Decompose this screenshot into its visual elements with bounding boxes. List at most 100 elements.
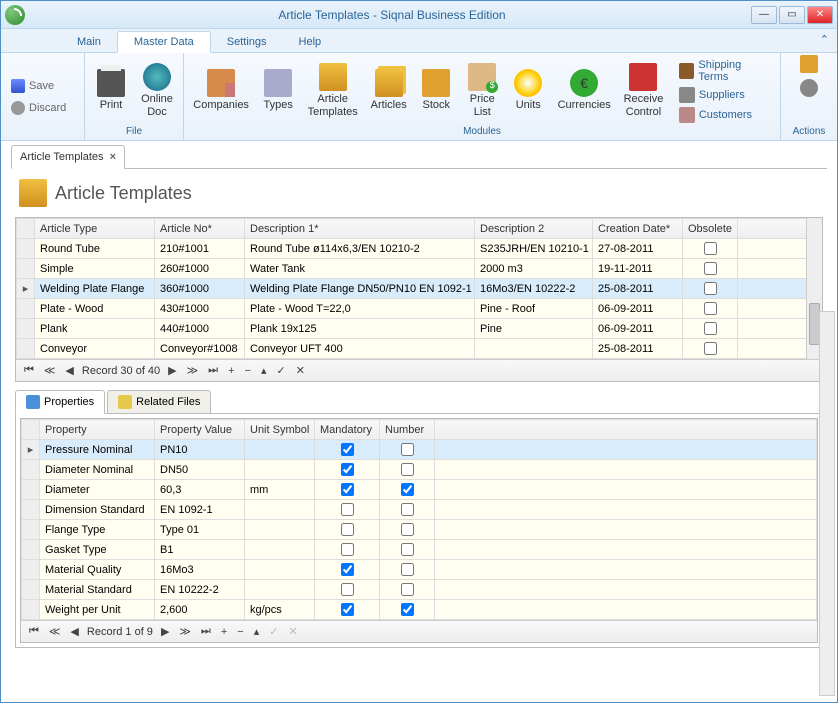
main-grid[interactable]: Article Type Article No* Description 1* … <box>15 217 823 382</box>
nav-prev[interactable]: ◀ <box>63 364 75 377</box>
content-scrollbar[interactable] <box>819 311 835 696</box>
units-button[interactable]: Units <box>508 67 548 113</box>
mandatory-checkbox[interactable] <box>341 503 354 516</box>
receive-control-button[interactable]: Receive Control <box>620 61 667 119</box>
shipping-terms-link[interactable]: Shipping Terms <box>677 58 774 84</box>
pcol-mandatory[interactable]: Mandatory <box>315 420 380 440</box>
currencies-button[interactable]: Currencies <box>554 67 614 113</box>
ribbon-tab-main[interactable]: Main <box>61 32 117 52</box>
mandatory-checkbox[interactable] <box>341 483 354 496</box>
pnav-next-page[interactable]: ≫ <box>177 625 193 638</box>
action-icon-1[interactable] <box>800 55 818 73</box>
mandatory-checkbox[interactable] <box>341 443 354 456</box>
pcol-value[interactable]: Property Value <box>155 420 245 440</box>
pnav-cancel[interactable]: ✕ <box>286 625 299 638</box>
print-button[interactable]: Print <box>91 67 131 113</box>
col-article-type[interactable]: Article Type <box>35 219 155 239</box>
nav-add[interactable]: + <box>226 365 236 377</box>
number-checkbox[interactable] <box>401 483 414 496</box>
tab-properties[interactable]: Properties <box>15 390 105 414</box>
table-row[interactable]: Material Quality16Mo3 <box>22 560 817 580</box>
pcol-property[interactable]: Property <box>40 420 155 440</box>
properties-grid[interactable]: Property Property Value Unit Symbol Mand… <box>20 418 818 643</box>
nav-prev-page[interactable]: ≪ <box>42 364 58 377</box>
pnav-edit[interactable]: ▴ <box>252 625 262 638</box>
table-row[interactable]: Plate - Wood430#1000Plate - Wood T=22,0P… <box>17 299 822 319</box>
table-row[interactable]: Diameter60,3mm <box>22 480 817 500</box>
online-doc-button[interactable]: Online Doc <box>137 61 177 119</box>
table-row[interactable]: Weight per Unit2,600kg/pcs <box>22 600 817 620</box>
pcol-unit[interactable]: Unit Symbol <box>245 420 315 440</box>
mandatory-checkbox[interactable] <box>341 523 354 536</box>
table-row[interactable]: Diameter NominalDN50 <box>22 460 817 480</box>
article-templates-button[interactable]: Article Templates <box>304 61 361 119</box>
table-row[interactable]: Plank440#1000Plank 19x125Pine06-09-2011 <box>17 319 822 339</box>
table-row[interactable]: Dimension StandardEN 1092-1 <box>22 500 817 520</box>
pnav-add[interactable]: + <box>219 626 229 638</box>
nav-commit[interactable]: ✓ <box>274 364 287 377</box>
nav-edit[interactable]: ▴ <box>259 364 269 377</box>
col-obsolete[interactable]: Obsolete <box>683 219 738 239</box>
table-row[interactable]: ▸Welding Plate Flange360#1000Welding Pla… <box>17 279 822 299</box>
stock-button[interactable]: Stock <box>416 67 456 113</box>
mandatory-checkbox[interactable] <box>341 563 354 576</box>
action-icon-2[interactable] <box>800 79 818 97</box>
obsolete-checkbox[interactable] <box>704 242 717 255</box>
pcol-number[interactable]: Number <box>380 420 435 440</box>
close-button[interactable]: ✕ <box>807 6 833 24</box>
suppliers-link[interactable]: Suppliers <box>677 86 774 104</box>
nav-cancel[interactable]: ✕ <box>294 364 307 377</box>
mandatory-checkbox[interactable] <box>341 583 354 596</box>
ribbon-tab-settings[interactable]: Settings <box>211 32 283 52</box>
obsolete-checkbox[interactable] <box>704 302 717 315</box>
col-description2[interactable]: Description 2 <box>475 219 593 239</box>
types-button[interactable]: Types <box>258 67 298 113</box>
discard-button[interactable]: Discard <box>7 99 70 117</box>
table-row[interactable]: Round Tube210#1001Round Tube ø114x6,3/EN… <box>17 239 822 259</box>
number-checkbox[interactable] <box>401 603 414 616</box>
number-checkbox[interactable] <box>401 503 414 516</box>
col-article-no[interactable]: Article No* <box>155 219 245 239</box>
document-tab-close-icon[interactable]: × <box>110 151 116 163</box>
number-checkbox[interactable] <box>401 443 414 456</box>
pnav-remove[interactable]: − <box>235 626 245 638</box>
obsolete-checkbox[interactable] <box>704 282 717 295</box>
col-description1[interactable]: Description 1* <box>245 219 475 239</box>
maximize-button[interactable]: ▭ <box>779 6 805 24</box>
number-checkbox[interactable] <box>401 583 414 596</box>
pnav-last[interactable]: ⏭ <box>199 625 213 638</box>
customers-link[interactable]: Customers <box>677 106 774 124</box>
table-row[interactable]: ▸Pressure NominalPN10 <box>22 440 817 460</box>
table-row[interactable]: ConveyorConveyor#1008Conveyor UFT 40025-… <box>17 339 822 359</box>
obsolete-checkbox[interactable] <box>704 342 717 355</box>
document-tab[interactable]: Article Templates × <box>11 145 125 169</box>
pnav-commit[interactable]: ✓ <box>267 625 280 638</box>
table-row[interactable]: Material StandardEN 10222-2 <box>22 580 817 600</box>
obsolete-checkbox[interactable] <box>704 262 717 275</box>
save-button[interactable]: Save <box>7 77 58 95</box>
nav-first[interactable]: ⏮ <box>22 364 36 377</box>
price-list-button[interactable]: Price List <box>462 61 502 119</box>
number-checkbox[interactable] <box>401 563 414 576</box>
mandatory-checkbox[interactable] <box>341 603 354 616</box>
mandatory-checkbox[interactable] <box>341 543 354 556</box>
minimize-button[interactable]: — <box>751 6 777 24</box>
ribbon-tab-master-data[interactable]: Master Data <box>117 31 211 53</box>
obsolete-checkbox[interactable] <box>704 322 717 335</box>
mandatory-checkbox[interactable] <box>341 463 354 476</box>
table-row[interactable]: Gasket TypeB1 <box>22 540 817 560</box>
pnav-prev[interactable]: ◀ <box>68 625 80 638</box>
ribbon-collapse-icon[interactable]: ⌃ <box>820 33 829 46</box>
pnav-next[interactable]: ▶ <box>159 625 171 638</box>
tab-related-files[interactable]: Related Files <box>107 390 211 414</box>
number-checkbox[interactable] <box>401 463 414 476</box>
table-row[interactable]: Simple260#1000Water Tank2000 m319-11-201… <box>17 259 822 279</box>
col-creation-date[interactable]: Creation Date* <box>593 219 683 239</box>
ribbon-tab-help[interactable]: Help <box>283 32 338 52</box>
nav-next-page[interactable]: ≫ <box>185 364 201 377</box>
nav-next[interactable]: ▶ <box>166 364 178 377</box>
nav-last[interactable]: ⏭ <box>206 364 220 377</box>
table-row[interactable]: Flange TypeType 01 <box>22 520 817 540</box>
nav-remove[interactable]: − <box>243 365 253 377</box>
companies-button[interactable]: Companies <box>190 67 252 113</box>
